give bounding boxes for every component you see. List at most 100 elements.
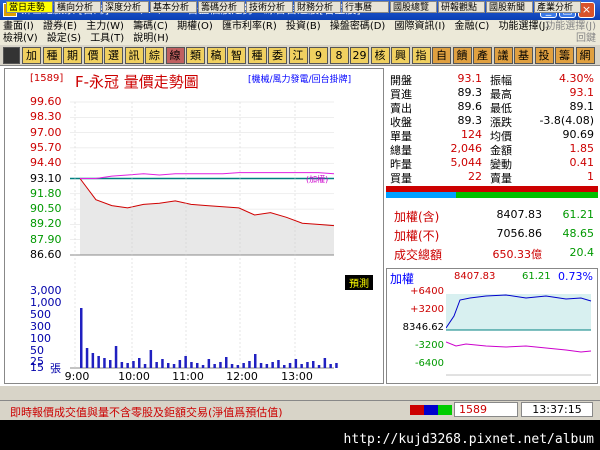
toolbar-button-12[interactable]: 委 [268,47,287,64]
tab-2[interactable]: 深度分析 [102,1,149,13]
quote-value1-2: 89.6 [457,100,483,113]
mini-magenta-line [446,341,592,353]
volume-bar-15 [167,363,170,368]
quote-value1-4: 124 [461,128,482,141]
volume-bar-31 [259,363,263,368]
tab-10[interactable]: 國股新聞 [486,1,533,13]
toolbar-button-24[interactable]: 基 [514,47,533,64]
time-tick-4: 13:00 [281,370,313,383]
toolbar-button-22[interactable]: 產 [473,47,492,64]
index-label: (加權) [306,175,329,184]
toolbar-button-7[interactable]: 線 [165,47,185,64]
toolbar-button-3[interactable]: 價 [83,47,103,64]
index-change-0: 61.21 [562,208,595,221]
toolbar-button-14[interactable]: 9 [309,47,328,64]
toolbar-button-16[interactable]: 29 [350,47,369,64]
toolbar-button-0[interactable]: 加 [22,47,41,64]
tab-9[interactable]: 研報觀點 [438,1,485,13]
toolbar-button-21[interactable]: 饋 [452,47,472,64]
volume-bar-22 [207,359,211,368]
toolbar-button-13[interactable]: 江 [288,47,308,64]
price-area [80,178,334,255]
toolbar-button-2[interactable]: 期 [63,47,82,64]
volume-bar-4 [103,358,106,368]
quote-value1-7: 22 [468,170,482,183]
volume-bar-20 [196,363,199,368]
toolbar-button-1[interactable]: 種 [42,47,62,64]
tab-11[interactable]: 產業分析 [534,1,581,13]
volume-bar-24 [219,362,222,368]
volume-bar-33 [271,362,274,368]
toolbar-button-10[interactable]: 智 [227,47,246,64]
toolbar-button-4[interactable]: 選 [104,47,123,64]
quote-value2-5: 1.85 [569,142,595,155]
toolbar-button-23[interactable]: 議 [493,47,513,64]
time-tick-0: 9:00 [64,370,90,383]
volume-bar-13 [155,362,158,368]
volume-bar-17 [178,360,182,368]
volume-bar-37 [294,359,298,368]
status-color-blue [424,405,438,415]
toolbar-button-19[interactable]: 指 [411,47,431,64]
volume-bar-6 [114,346,118,368]
mini-tick-2: 8346.62 [402,322,444,333]
volume-bar-42 [323,358,327,368]
toolbar-button-5[interactable]: 訊 [124,47,144,64]
tab-6[interactable]: 財務分析 [294,1,341,13]
volume-bar-14 [161,359,164,368]
toolbar-button-27[interactable]: 網 [575,47,595,64]
volume-bar-39 [306,362,309,368]
status-message: 即時報價成交值與量不含零股及鉅額交易(淨值爲預估值) [10,406,283,419]
toolbar-button-18[interactable]: 興 [391,47,410,64]
toolbar-button-11[interactable]: 種 [247,47,267,64]
tab-0[interactable]: 當日走勢 [6,1,53,13]
index-change-2: 20.4 [569,246,595,259]
volume-bar-32 [265,364,269,368]
volume-bar-23 [213,364,216,368]
quote-value1-5: 2,046 [450,142,483,155]
predict-button[interactable]: 預測 [345,275,373,290]
tab-3[interactable]: 基本分析 [150,1,197,13]
volume-bar-36 [288,363,292,368]
tab-8[interactable]: 國股總覽 [390,1,437,13]
status-color-green [438,405,452,415]
tab-1[interactable]: 橫向分析 [54,1,101,13]
status-stock: 1589 [459,403,487,416]
tab-5[interactable]: 技術分析 [246,1,293,13]
volume-bar-19 [190,362,193,368]
mini-tick-1: +3200 [410,304,444,315]
volume-bar-26 [230,364,234,368]
toolbar-button-8[interactable]: 類 [186,47,205,64]
quote-value2-3: -3.8(4.08) [539,114,594,127]
index-value-0: 8407.83 [496,208,543,221]
toolbar-button-15[interactable]: 8 [329,47,349,64]
volume-bar-38 [300,364,303,368]
quote-value2-0: 4.30% [559,72,594,85]
volume-bar-30 [254,354,257,368]
volume-bar-10 [138,358,141,368]
volume-bar-29 [248,361,251,368]
time-tick-3: 12:00 [226,370,258,383]
toolbar-button-26[interactable]: 籌 [555,47,574,64]
price-tick-9: 87.90 [30,232,62,246]
toolbar-button-25[interactable]: 投 [534,47,554,64]
price-tick-6: 91.80 [30,186,62,200]
mini-fill [446,294,591,330]
toolbar-button-6[interactable]: 綜 [145,47,164,64]
toolbar-button-20[interactable]: 自 [432,47,451,64]
volume-bar-7 [120,362,124,368]
volume-bar-34 [277,360,280,368]
tab-7[interactable]: 行事曆 [342,1,389,13]
volume-bar-28 [242,363,245,368]
mini-tick-3: -3200 [414,340,444,351]
quote-value1-0: 93.1 [457,72,483,85]
volume-bar-0 [80,308,83,368]
volume-bar-21 [201,365,205,368]
toolbar-button-17[interactable]: 核 [370,47,390,64]
analysis-tabs [0,386,600,400]
index-label-0: 加權(含) [394,210,440,224]
status-stock-box[interactable]: 1589 [454,402,518,417]
tab-4[interactable]: 籌碼分析 [198,1,245,13]
toolbar-button-9[interactable]: 稿 [206,47,226,64]
status-time: 13:37:15 [521,402,593,417]
